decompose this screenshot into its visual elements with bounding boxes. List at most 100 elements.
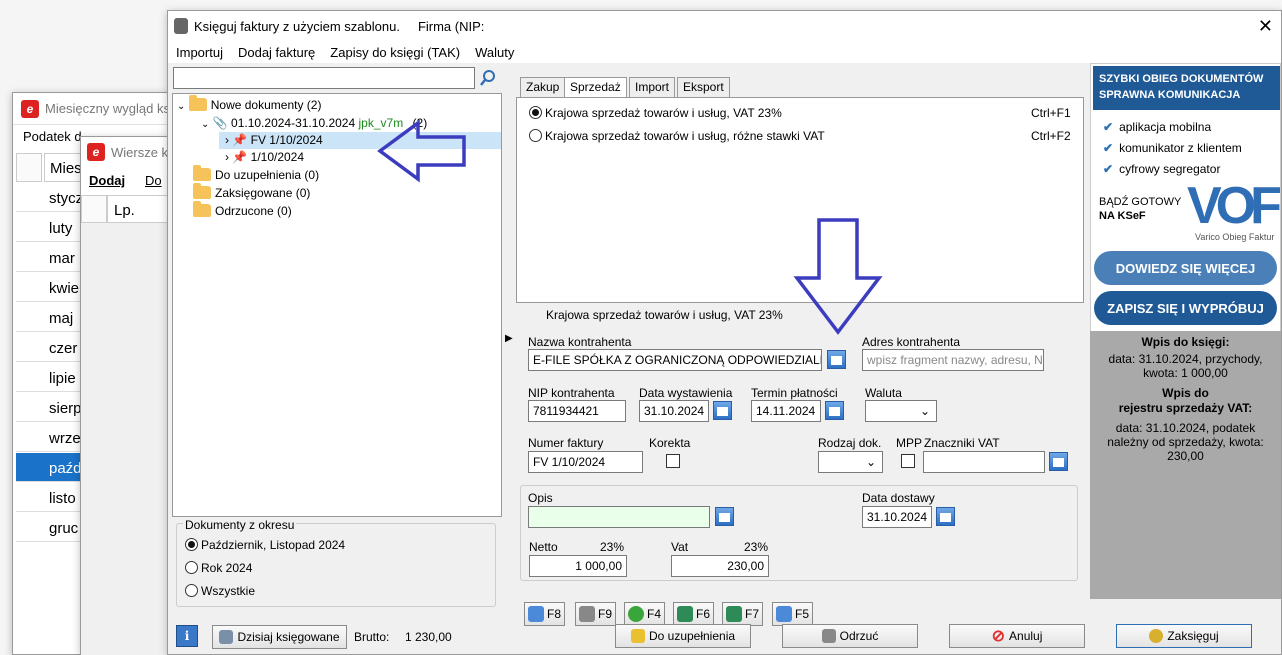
close-icon[interactable]: ✕ bbox=[1258, 16, 1273, 37]
period-option-current[interactable]: Październik, Listopad 2024 bbox=[185, 538, 345, 552]
tree-node-rejected[interactable]: Odrzucone (0) bbox=[193, 201, 292, 218]
folder-icon bbox=[193, 201, 211, 217]
menu-add[interactable]: Dodaj bbox=[89, 173, 125, 188]
address-label: Adres kontrahenta bbox=[862, 335, 961, 349]
tab-purchase[interactable]: Zakup bbox=[520, 77, 566, 97]
cancel-button[interactable]: ⊘ Anuluj bbox=[949, 624, 1085, 648]
vat-markers-picker-icon[interactable] bbox=[1049, 452, 1068, 471]
correction-checkbox[interactable] bbox=[666, 454, 680, 468]
mpp-checkbox[interactable] bbox=[901, 454, 915, 468]
contractor-lookup-icon[interactable] bbox=[827, 350, 846, 369]
gross-value: 1 230,00 bbox=[405, 630, 452, 644]
paperclip-icon: 📎 bbox=[212, 116, 228, 130]
vat-entry-title-1: Wpis do bbox=[1162, 386, 1209, 400]
to-complete-button[interactable]: Do uzupełnienia bbox=[615, 624, 751, 648]
annotation-arrow-down bbox=[793, 218, 883, 335]
vat-entry-text: data: 31.10.2024, podatek należny od spr… bbox=[1107, 421, 1264, 463]
calendar-icon[interactable] bbox=[825, 401, 844, 420]
tree-node-new[interactable]: ⌄ Nowe dokumenty (2) bbox=[177, 95, 321, 112]
gross-label: Brutto: bbox=[354, 630, 390, 644]
menu-item[interactable]: Podatek d bbox=[23, 129, 82, 144]
issue-date-field[interactable]: 31.10.2024 bbox=[639, 400, 709, 422]
ad-ready-2: NA KSeF bbox=[1099, 210, 1146, 222]
app-icon: e bbox=[21, 99, 39, 118]
address-field[interactable]: wpisz fragment nazwy, adresu, NIP lu bbox=[862, 349, 1044, 371]
net-label: Netto bbox=[529, 540, 558, 554]
info-icon[interactable]: i bbox=[176, 625, 198, 647]
folder-icon bbox=[193, 183, 211, 199]
varico-logo: VOF bbox=[1187, 177, 1282, 235]
period-option-year[interactable]: Rok 2024 bbox=[185, 561, 252, 575]
search-input[interactable] bbox=[173, 67, 475, 89]
vat-markers-field[interactable] bbox=[923, 451, 1045, 473]
vat-entry-title-2: rejestru sprzedaży VAT: bbox=[1118, 401, 1253, 415]
ledger-icon bbox=[219, 630, 234, 644]
f4-add-button[interactable]: F4 bbox=[624, 602, 666, 626]
calendar-icon[interactable] bbox=[936, 507, 955, 526]
tab-sales[interactable]: Sprzedaż bbox=[564, 77, 627, 98]
vat-rate: 23% bbox=[744, 540, 769, 554]
main-window: Księguj faktury z użyciem szablonu. Firm… bbox=[167, 10, 1282, 655]
template-option-1[interactable]: Krajowa sprzedaż towarów i usług, VAT 23… bbox=[529, 106, 782, 120]
template-option-2[interactable]: Krajowa sprzedaż towarów i usług, różne … bbox=[529, 129, 825, 143]
menu-add-invoice[interactable]: Dodaj fakturę bbox=[238, 45, 315, 60]
calendar-icon[interactable] bbox=[713, 401, 732, 420]
trash-icon bbox=[579, 606, 595, 622]
doc-type-label: Rodzaj dok. bbox=[818, 436, 882, 450]
doc-type-select[interactable]: ⌄ bbox=[818, 451, 883, 473]
invoice-no-field[interactable]: FV 1/10/2024 bbox=[528, 451, 643, 473]
tab-export[interactable]: Eksport bbox=[677, 77, 730, 97]
search-icon[interactable] bbox=[476, 67, 500, 89]
menu-currencies[interactable]: Waluty bbox=[475, 45, 514, 60]
expand-arrow[interactable]: ▶ bbox=[505, 333, 513, 344]
book-entry-text: data: 31.10.2024, przychody, kwota: 1 00… bbox=[1108, 352, 1263, 380]
f5-find-button[interactable]: F5 bbox=[772, 602, 814, 626]
window-title: Księguj faktury z użyciem szablonu. bbox=[194, 18, 400, 34]
f7-forward-button[interactable]: F7 bbox=[722, 602, 764, 626]
tree-node-booked[interactable]: Zaksięgowane (0) bbox=[193, 183, 310, 200]
description-label: Opis bbox=[528, 491, 553, 505]
f6-back-button[interactable]: F6 bbox=[673, 602, 715, 626]
tree-node-doc2[interactable]: › 📌 1/10/2024 bbox=[225, 150, 304, 164]
ad-feature: komunikator z klientem bbox=[1119, 141, 1242, 155]
ad-feature: cyfrowy segregator bbox=[1119, 162, 1221, 176]
logo-caption: Varico Obieg Faktur bbox=[1195, 232, 1275, 242]
f9-delete-button[interactable]: F9 bbox=[575, 602, 617, 626]
f8-search-button[interactable]: F8 bbox=[524, 602, 566, 626]
ad-ready-1: BĄDŹ GOTOWY bbox=[1099, 196, 1182, 208]
delivery-date-label: Data dostawy bbox=[862, 491, 935, 505]
sign-up-try-button[interactable]: ZAPISZ SIĘ I WYPRÓBUJ bbox=[1094, 291, 1277, 325]
arrow-forward-icon bbox=[726, 606, 742, 622]
tab-import[interactable]: Import bbox=[629, 77, 676, 97]
description-picker-icon[interactable] bbox=[715, 507, 734, 526]
menu-import[interactable]: Importuj bbox=[176, 45, 223, 60]
tree-node-to-complete[interactable]: Do uzupełnienia (0) bbox=[193, 165, 319, 182]
currency-label: Waluta bbox=[865, 386, 902, 400]
menu-next[interactable]: Do bbox=[145, 173, 162, 188]
app-icon bbox=[174, 18, 188, 34]
vat-field[interactable]: 230,00 bbox=[671, 555, 769, 577]
description-field[interactable] bbox=[528, 506, 710, 528]
booked-today-button[interactable]: Dzisiaj księgowane bbox=[212, 625, 347, 649]
delivery-date-field[interactable]: 31.10.2024 bbox=[862, 506, 932, 528]
check-icon: ✔ bbox=[1103, 141, 1114, 155]
contractor-field[interactable]: E-FILE SPÓŁKA Z OGRANICZONĄ ODPOWIEDZIAL… bbox=[528, 349, 822, 371]
reject-button[interactable]: Odrzuć bbox=[782, 624, 918, 648]
due-date-field[interactable]: 14.11.2024 bbox=[751, 400, 821, 422]
currency-select[interactable]: ⌄ bbox=[865, 400, 937, 422]
period-option-all[interactable]: Wszystkie bbox=[185, 584, 255, 598]
nip-label: NIP kontrahenta bbox=[528, 386, 615, 400]
app-icon: e bbox=[87, 143, 105, 161]
menu-book-entries[interactable]: Zapisy do księgi (TAK) bbox=[330, 45, 460, 60]
contractor-label: Nazwa kontrahenta bbox=[528, 335, 632, 349]
cancel-icon: ⊘ bbox=[991, 628, 1006, 645]
period-legend: Dokumenty z okresu bbox=[183, 518, 297, 532]
net-field[interactable]: 1 000,00 bbox=[529, 555, 627, 577]
book-button[interactable]: Zaksięguj bbox=[1116, 624, 1252, 648]
nip-field[interactable]: 7811934421 bbox=[528, 400, 626, 422]
ad-feature: aplikacja mobilna bbox=[1119, 120, 1212, 134]
folder-icon bbox=[188, 95, 207, 111]
learn-more-button[interactable]: DOWIEDZ SIĘ WIĘCEJ bbox=[1094, 251, 1277, 285]
issue-date-label: Data wystawienia bbox=[639, 386, 733, 400]
annotation-arrow-left bbox=[377, 119, 466, 183]
